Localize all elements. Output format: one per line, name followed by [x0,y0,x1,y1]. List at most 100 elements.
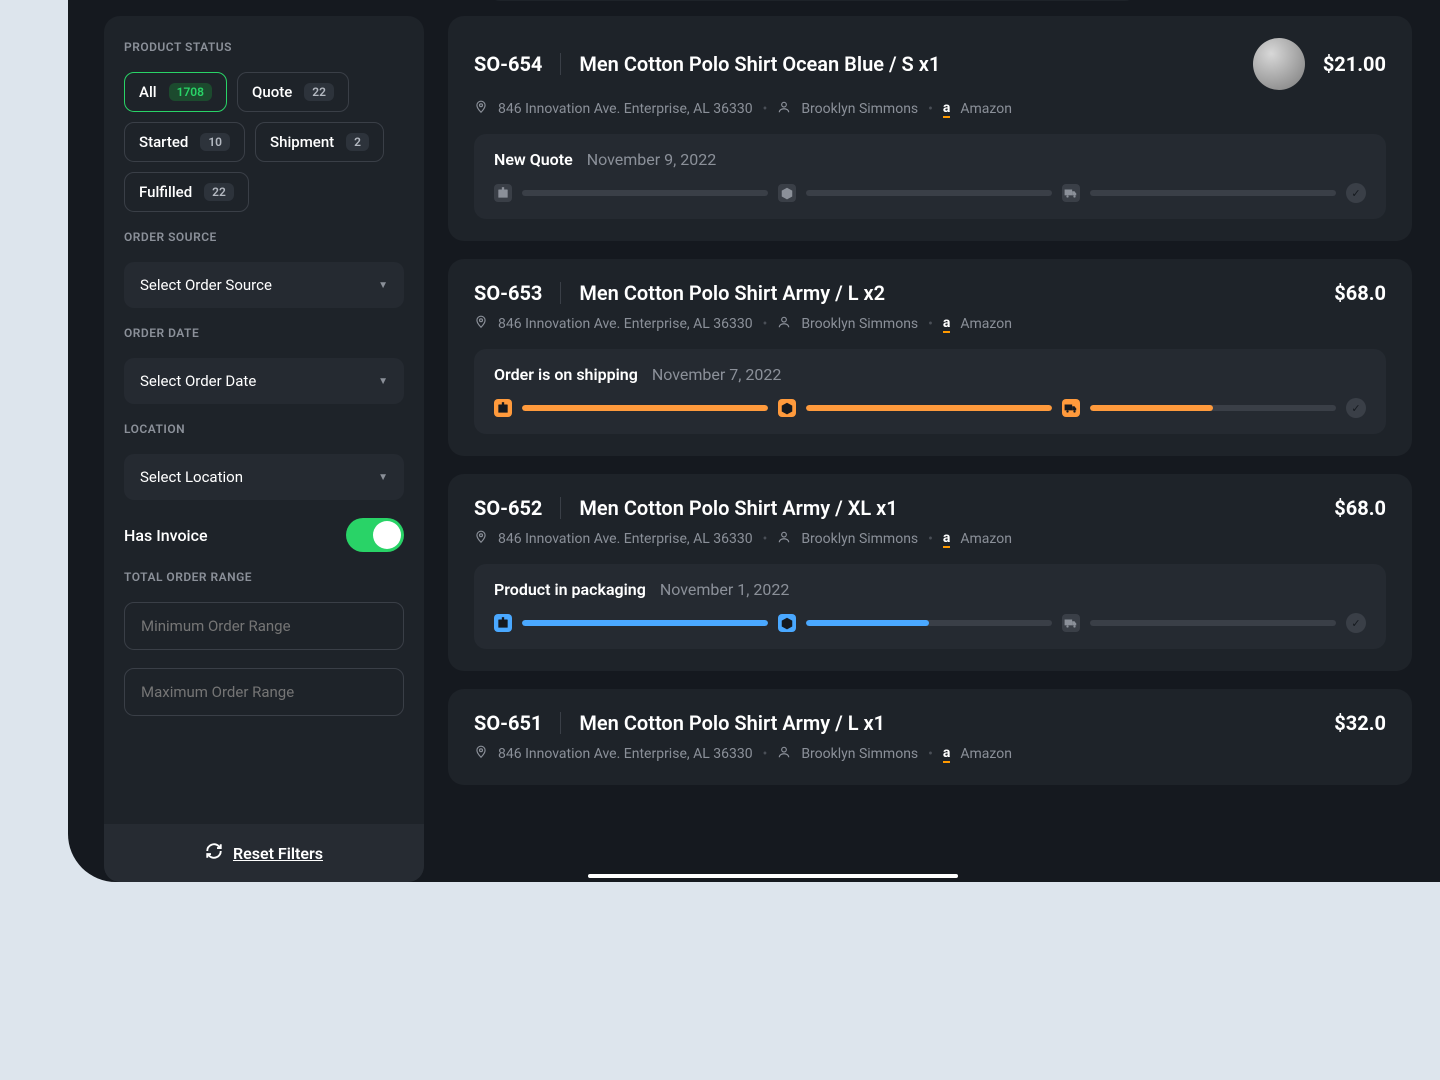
progress-date: November 1, 2022 [660,580,790,599]
order-title: Men Cotton Polo Shirt Army / L x1 [579,711,1316,735]
order-card[interactable]: SO-652 Men Cotton Polo Shirt Army / XL x… [448,474,1412,671]
progress-bar [522,190,768,196]
amazon-icon: a [943,316,951,333]
order-address: 846 Innovation Ave. Enterprise, AL 36330 [498,316,753,332]
progress-step-icon [1062,399,1080,417]
progress-status: Product in packaging [494,580,646,599]
product-thumbnail [1253,38,1305,90]
location-icon [474,745,488,763]
order-address: 846 Innovation Ave. Enterprise, AL 36330 [498,101,753,117]
amazon-icon: a [943,101,951,118]
order-customer: Brooklyn Simmons [801,316,918,332]
progress-panel: Order is on shipping November 7, 2022 ✓ [474,349,1386,434]
amazon-icon: a [943,531,951,548]
progress-bar [1090,405,1336,411]
location-icon [474,315,488,333]
content: PRODUCT STATUS All1708Quote22 Started10Sh… [68,16,1440,882]
order-source: Amazon [960,746,1012,762]
chevron-down-icon: ▼ [378,472,388,483]
location-icon [474,530,488,548]
user-icon [777,530,791,548]
header: Sales Order 800 total order ••• [68,0,1440,16]
min-range-input[interactable] [124,602,404,650]
order-address: 846 Innovation Ave. Enterprise, AL 36330 [498,531,753,547]
order-customer: Brooklyn Simmons [801,746,918,762]
orders-list: SO-654 Men Cotton Polo Shirt Ocean Blue … [448,16,1412,882]
progress-bar [806,405,1052,411]
order-address: 846 Innovation Ave. Enterprise, AL 36330 [498,746,753,762]
progress-step-icon [778,184,796,202]
progress-bar [806,620,1052,626]
order-source: Amazon [960,531,1012,547]
progress-bar [522,620,768,626]
order-price: $32.0 [1334,711,1386,735]
order-card[interactable]: SO-653 Men Cotton Polo Shirt Army / L x2… [448,259,1412,456]
order-price: $68.0 [1334,281,1386,305]
progress-status: Order is on shipping [494,365,638,384]
order-customer: Brooklyn Simmons [801,531,918,547]
progress-date: November 9, 2022 [587,150,717,169]
progress-step-icon [494,184,512,202]
max-range-input[interactable] [124,668,404,716]
invoice-toggle-row: Has Invoice [124,518,404,552]
progress-step-icon [778,399,796,417]
app-window: Sales Order 800 total order ••• PRODUCT … [68,0,1440,882]
order-id: SO-652 [474,496,542,520]
amazon-icon: a [943,746,951,763]
status-chip-fulfilled[interactable]: Fulfilled22 [124,172,249,212]
chevron-down-icon: ▼ [378,280,388,291]
order-title: Men Cotton Polo Shirt Army / L x2 [579,281,1316,305]
status-section-label: PRODUCT STATUS [124,40,404,54]
range-section-label: TOTAL ORDER RANGE [124,570,404,584]
progress-step-icon [494,399,512,417]
location-dropdown[interactable]: Select Location ▼ [124,454,404,500]
order-price: $21.00 [1323,52,1386,76]
progress-date: November 7, 2022 [652,365,782,384]
progress-step-icon [494,614,512,632]
scroll-indicator[interactable] [588,874,958,878]
progress-bar [1090,620,1336,626]
progress-bar [1090,190,1336,196]
date-section-label: ORDER DATE [124,326,404,340]
source-section-label: ORDER SOURCE [124,230,404,244]
order-title: Men Cotton Polo Shirt Ocean Blue / S x1 [579,52,1234,76]
status-chip-quote[interactable]: Quote22 [237,72,349,112]
order-id: SO-654 [474,52,542,76]
progress-bar [522,405,768,411]
progress-status: New Quote [494,150,573,169]
progress-bar [806,190,1052,196]
progress-step-icon [1062,614,1080,632]
order-source: Amazon [960,101,1012,117]
order-title: Men Cotton Polo Shirt Army / XL x1 [579,496,1316,520]
filter-sidebar: PRODUCT STATUS All1708Quote22 Started10Sh… [104,16,424,882]
invoice-toggle[interactable] [346,518,404,552]
user-icon [777,745,791,763]
check-icon: ✓ [1346,183,1366,203]
status-chip-all[interactable]: All1708 [124,72,227,112]
user-icon [777,100,791,118]
order-card[interactable]: SO-651 Men Cotton Polo Shirt Army / L x1… [448,689,1412,785]
status-chip-shipment[interactable]: Shipment2 [255,122,384,162]
progress-panel: Product in packaging November 1, 2022 ✓ [474,564,1386,649]
progress-step-icon [1062,184,1080,202]
status-chips: All1708Quote22 Started10Shipment2Fulfille… [124,72,404,212]
progress-step-icon [778,614,796,632]
check-icon: ✓ [1346,398,1366,418]
location-section-label: LOCATION [124,422,404,436]
refresh-icon [205,842,223,864]
order-customer: Brooklyn Simmons [801,101,918,117]
location-icon [474,100,488,118]
order-card[interactable]: SO-654 Men Cotton Polo Shirt Ocean Blue … [448,16,1412,241]
reset-filters-button[interactable]: Reset Filters [104,824,424,882]
date-dropdown[interactable]: Select Order Date ▼ [124,358,404,404]
status-chip-started[interactable]: Started10 [124,122,245,162]
order-id: SO-651 [474,711,542,735]
search-field[interactable] [488,0,1137,1]
order-price: $68.0 [1334,496,1386,520]
check-icon: ✓ [1346,613,1366,633]
user-icon [777,315,791,333]
progress-panel: New Quote November 9, 2022 ✓ [474,134,1386,219]
chevron-down-icon: ▼ [378,376,388,387]
source-dropdown[interactable]: Select Order Source ▼ [124,262,404,308]
order-id: SO-653 [474,281,542,305]
